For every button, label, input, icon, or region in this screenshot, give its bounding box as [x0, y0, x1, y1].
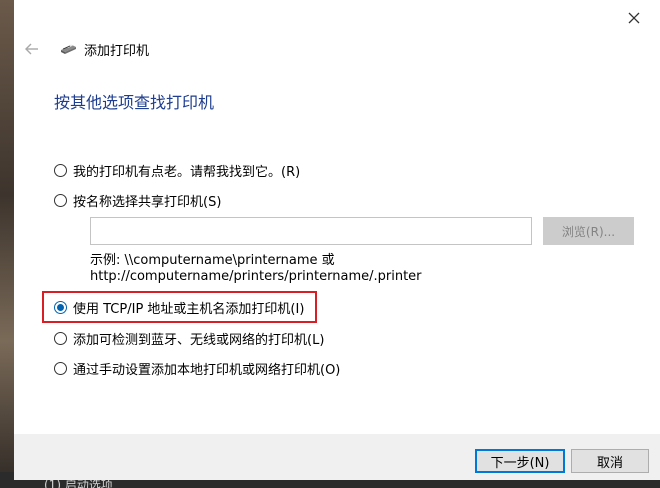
browse-button[interactable]: 浏览(R)...: [543, 217, 634, 245]
option-manual-local-label: 通过手动设置添加本地打印机或网络打印机(O): [73, 362, 341, 378]
dialog-header: 添加打印机: [24, 38, 149, 60]
radio-shared-printer[interactable]: [54, 193, 67, 207]
option-manual-local[interactable]: 通过手动设置添加本地打印机或网络打印机(O): [54, 358, 340, 378]
shared-printer-input[interactable]: [90, 217, 532, 245]
page-title: 按其他选项查找打印机: [54, 93, 215, 112]
option-bluetooth-wireless[interactable]: 添加可检测到蓝牙、无线或网络的打印机(L): [54, 328, 324, 348]
close-icon: [628, 12, 640, 24]
radio-tcpip[interactable]: [54, 300, 67, 314]
radio-bluetooth-wireless[interactable]: [54, 331, 67, 345]
example-line-1: 示例: \\computername\printername 或: [90, 253, 335, 268]
next-button[interactable]: 下一步(N): [475, 449, 565, 473]
back-arrow-icon: [25, 43, 38, 55]
dialog-title: 添加打印机: [84, 43, 150, 59]
option-old-printer[interactable]: 我的打印机有点老。请帮我找到它。(R): [54, 160, 300, 180]
back-button[interactable]: [24, 41, 40, 57]
radio-old-printer[interactable]: [54, 163, 67, 177]
option-shared-printer-label: 按名称选择共享打印机(S): [73, 194, 222, 210]
example-line-2: http://computername/printers/printername…: [90, 269, 422, 284]
option-tcpip[interactable]: 使用 TCP/IP 地址或主机名添加打印机(I): [54, 297, 304, 317]
option-tcpip-label: 使用 TCP/IP 地址或主机名添加打印机(I): [73, 301, 305, 317]
radio-manual-local[interactable]: [54, 361, 67, 375]
desktop-background: [0, 0, 14, 488]
example-text: 示例: \\computername\printername 或 http://…: [90, 253, 422, 285]
close-button[interactable]: [622, 6, 646, 30]
add-printer-dialog: 添加打印机 按其他选项查找打印机 我的打印机有点老。请帮我找到它。(R) 按名称…: [14, 0, 660, 480]
cancel-button[interactable]: 取消: [571, 449, 649, 473]
option-bluetooth-wireless-label: 添加可检测到蓝牙、无线或网络的打印机(L): [73, 332, 325, 348]
option-old-printer-label: 我的打印机有点老。请帮我找到它。(R): [73, 164, 301, 180]
dialog-footer: 下一步(N) 取消: [14, 434, 660, 480]
option-shared-printer[interactable]: 按名称选择共享打印机(S): [54, 190, 221, 210]
printer-icon: [61, 44, 76, 54]
